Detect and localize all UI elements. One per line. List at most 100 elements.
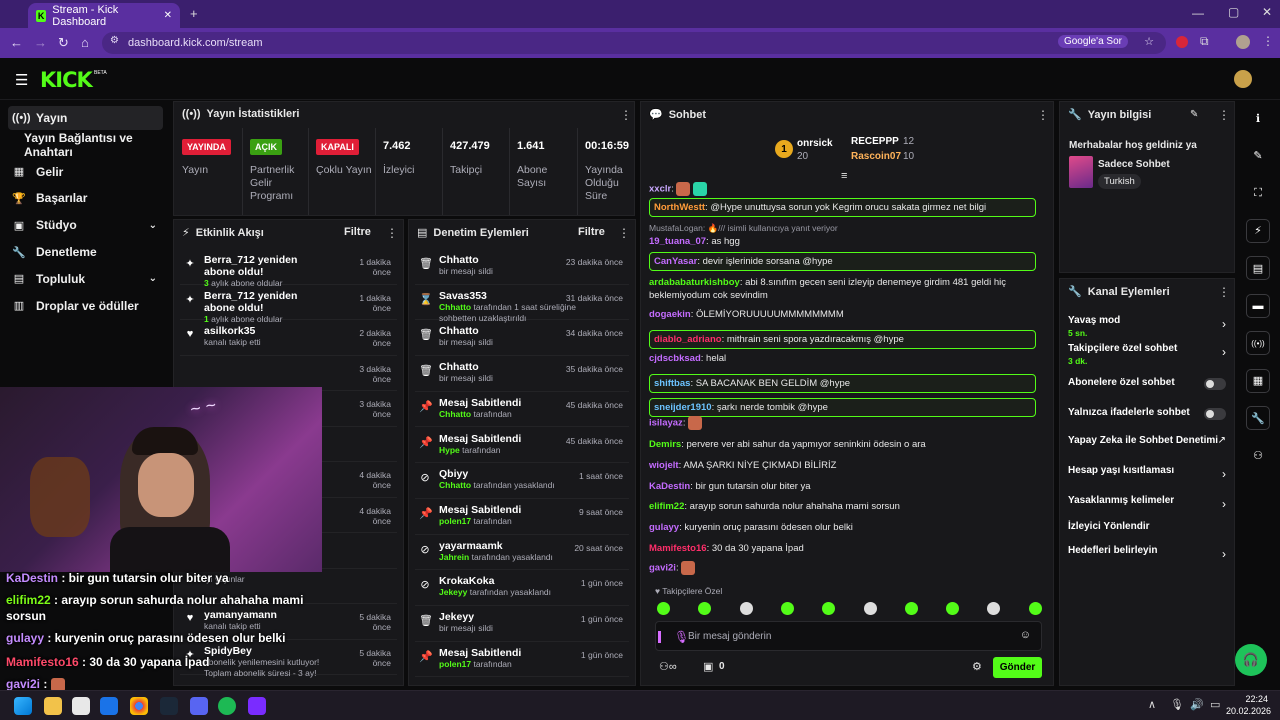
sidebar-item-5[interactable]: 🔧 Denetleme [8, 240, 163, 264]
chat-message[interactable]: Mamifesto16: 30 da 30 yapana İpad [649, 542, 1036, 555]
chevron-right-icon[interactable]: › [1222, 317, 1226, 331]
chat-message[interactable]: elifim22: arayıp sorun sahurda nolur aha… [649, 500, 1036, 513]
chat-username[interactable]: isilayaz [649, 418, 683, 429]
extensions-puzzle-icon[interactable]: ⧉ [1200, 34, 1209, 49]
emote-icon[interactable] [780, 602, 794, 615]
steam-icon[interactable] [160, 697, 178, 715]
list-item[interactable]: ✦ Berra_712 yeniden abone oldu! 3 aylık ab… [180, 249, 397, 288]
chat-message[interactable]: CanYasar: devir işlerinide sorsana @hype [649, 252, 1036, 271]
chat-username[interactable]: diablo_adriano [654, 334, 722, 345]
row-highlight[interactable]: polen17 [439, 516, 471, 526]
chat-message[interactable]: sneijder1910: şarkı nerde tombik @hype [649, 398, 1036, 417]
forward-icon[interactable]: → [34, 36, 47, 50]
chat-username[interactable]: shiftbas [654, 378, 690, 389]
toggle-switch[interactable] [1204, 378, 1226, 390]
chat-message[interactable]: KaDestin: bir gun tutarsin olur biter ya [649, 480, 1036, 493]
list-item[interactable]: 📌 Mesaj Sabitlendi Hype tarafından 45 dakik… [415, 428, 629, 464]
file-explorer-icon[interactable] [44, 697, 62, 715]
volume-icon[interactable]: 🔊 [1190, 698, 1204, 711]
emote-icon[interactable] [863, 602, 877, 615]
category-name[interactable]: Sadece Sohbet [1098, 159, 1170, 170]
channel-action-item[interactable]: Takipçilere özel sohbet 3 dk. [1068, 343, 1230, 367]
info-icon[interactable]: ℹ [1246, 106, 1270, 130]
close-window-icon[interactable]: ✕ [1262, 5, 1272, 19]
sidebar-item-7[interactable]: ▥ Droplar ve ödüller [8, 294, 163, 318]
row-highlight[interactable]: Chhatto [439, 480, 471, 490]
chrome-icon[interactable] [130, 697, 148, 715]
channel-action-item[interactable]: Yapay Zeka ile Sohbet Denetimi [1068, 435, 1230, 447]
chat-message[interactable]: shiftbas: SA BACANAK BEN GELDİM @hype [649, 374, 1036, 393]
clock-time[interactable]: 22:24 [1234, 694, 1268, 704]
sidebar-item-6[interactable]: ▤ Topluluk ⌄ [8, 267, 163, 291]
kick-logo[interactable]: KICK [40, 68, 93, 92]
store-icon[interactable]: ▣ [703, 660, 713, 673]
mic-tray-icon[interactable]: 🎙 [1170, 698, 1184, 711]
channel-action-item[interactable]: Hesap yaşı kısıtlaması [1068, 465, 1230, 477]
emote-icon[interactable] [1028, 602, 1042, 615]
chat-message[interactable]: ardababaturkishboy: abi 8.sınıfım gecen … [649, 276, 1036, 302]
list-item[interactable]: 📌 Mesaj Sabitlendi polen17 tarafından 9 saa… [415, 499, 629, 535]
spotify-icon[interactable] [218, 697, 236, 715]
extension-icon[interactable] [1176, 36, 1188, 48]
home-icon[interactable]: ⌂ [81, 36, 89, 50]
microphone-icon[interactable]: 🎙 [674, 630, 689, 644]
user-avatar[interactable] [1234, 70, 1252, 88]
top-gifter-name[interactable]: RECEPPP [851, 136, 899, 147]
chat-username[interactable]: KaDestin [649, 481, 690, 492]
chat-settings-icon[interactable]: ⚙ [972, 660, 982, 673]
broadcast-icon[interactable]: ((•)) [1246, 331, 1270, 355]
sidebar-item-3[interactable]: 🏆 Başarılar [8, 186, 163, 210]
discord-icon[interactable] [190, 697, 208, 715]
channel-action-item[interactable]: Yavaş mod 5 sn. [1068, 315, 1230, 339]
activity-filter-button[interactable]: Filtre [344, 226, 371, 238]
chat-message[interactable]: xxclr: [649, 182, 1036, 196]
hamburger-menu-icon[interactable]: ☰ [15, 71, 28, 89]
chat-username[interactable]: elifim22 [649, 501, 684, 512]
users-icon[interactable]: ⚇ [1246, 444, 1270, 468]
chat-message[interactable]: NorthWestt: @Hype unuttuysa sorun yok Ke… [649, 198, 1036, 217]
chat-username[interactable]: gulayy [649, 522, 679, 533]
channel-action-item[interactable]: İzleyici Yönlendir [1068, 521, 1230, 533]
edit-icon[interactable]: ✎ [1190, 109, 1198, 120]
chat-menu-icon[interactable]: ⋮ [1037, 108, 1049, 122]
emoji-picker-icon[interactable]: ☺ [1020, 629, 1031, 641]
close-tab-icon[interactable]: ✕ [164, 10, 172, 21]
chat-pin-toggle-icon[interactable]: ≡ [841, 170, 847, 182]
row-highlight[interactable]: Hype [439, 445, 460, 455]
emote-icon[interactable] [657, 602, 670, 615]
list-item[interactable]: 📌 Mesaj Sabitlendi polen17 tarafından 1 gün… [415, 642, 629, 678]
bookmark-star-icon[interactable]: ☆ [1144, 35, 1154, 48]
emote-icon[interactable] [822, 602, 836, 615]
clock-date[interactable]: 20.02.2026 [1226, 706, 1271, 716]
help-support-icon[interactable]: 🎧 [1235, 644, 1267, 676]
sidebar-item-1[interactable]: Yayın Bağlantısı ve Anahtarı [8, 131, 163, 159]
top-gifter-name[interactable]: Rascoin07 [851, 151, 901, 162]
chat-username[interactable]: Mamifesto16 [649, 543, 707, 554]
chevron-down-icon[interactable]: ⌄ [149, 273, 157, 284]
row-highlight[interactable]: Chhatto [439, 409, 471, 419]
chat-input[interactable]: 🎙 Bir mesaj gönderin ☺ [655, 621, 1042, 651]
chevron-right-icon[interactable]: › [1222, 497, 1226, 511]
chat-message[interactable]: isilayaz: [649, 416, 1036, 430]
sidebar-item-4[interactable]: ▣ Stüdyo ⌄ [8, 213, 163, 237]
chat-message[interactable]: diablo_adriano: mithrain seni spora yazd… [649, 330, 1036, 349]
row-highlight[interactable]: polen17 [439, 659, 471, 669]
chat-message[interactable]: dogaekin: ÖLEMİYORUUUUUMMMMMMMM [649, 308, 1036, 321]
chat-message[interactable]: gavi2i: [649, 561, 1036, 575]
chat-username[interactable]: xxclr [649, 184, 671, 195]
start-icon[interactable] [14, 697, 32, 715]
lightning-icon[interactable]: ⚡ [1246, 218, 1270, 243]
stats-menu-icon[interactable]: ⋮ [620, 108, 632, 122]
row-highlight[interactable]: Jahrein [439, 552, 469, 562]
chat-message[interactable]: gulayy: kuryenin oruç parasını ödesen ol… [649, 521, 1036, 534]
sidebar-item-0[interactable]: ((•)) Yayın [8, 106, 163, 130]
chat-username[interactable]: dogaekin [649, 309, 691, 320]
new-tab-icon[interactable]: + [190, 6, 198, 21]
list-item[interactable]: ⌛ Savas353 Chhatto tarafından 1 saat sürel… [415, 285, 629, 323]
chat-username[interactable]: ardababaturkishboy [649, 277, 740, 288]
tray-chevron-icon[interactable]: ∧ [1148, 698, 1156, 711]
channel-action-item[interactable]: Hedefleri belirleyin [1068, 545, 1230, 557]
stream-info-menu-icon[interactable]: ⋮ [1218, 108, 1230, 122]
chat-username[interactable]: NorthWestt [654, 202, 705, 213]
channel-action-item[interactable]: Yasaklanmış kelimeler [1068, 495, 1230, 507]
